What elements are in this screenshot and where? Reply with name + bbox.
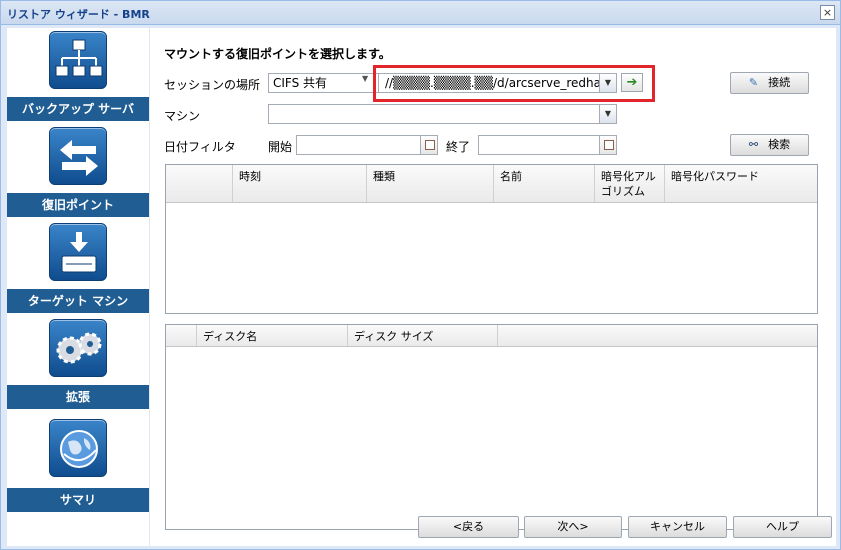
gears-icon xyxy=(49,319,107,377)
connect-icon: ✎ xyxy=(748,76,759,89)
machine-select[interactable]: ▼ xyxy=(268,104,617,124)
column-header-select[interactable] xyxy=(166,165,233,202)
back-button[interactable]: <戻る xyxy=(418,516,519,538)
search-button-label: 検索 xyxy=(768,138,791,151)
highlight-box xyxy=(373,65,655,102)
nav-item-summary[interactable]: サマリ xyxy=(7,412,149,512)
calendar-icon[interactable] xyxy=(599,136,616,154)
recovery-points-table[interactable]: 時刻 種類 名前 暗号化アル ゴリズム 暗号化パスワード xyxy=(165,164,818,314)
column-header-type[interactable]: 種類 xyxy=(367,165,494,202)
nav-label-backup-server: バックアップ サーバ xyxy=(7,97,149,121)
connect-button-label: 接続 xyxy=(768,76,791,89)
column-header-disk-size[interactable]: ディスク サイズ xyxy=(348,325,498,346)
nav-label-recovery-point: 復旧ポイント xyxy=(7,193,149,217)
disk-table-header: ディスク名 ディスク サイズ xyxy=(166,325,817,347)
search-button[interactable]: ⚯ 検索 xyxy=(730,134,809,156)
calendar-icon[interactable] xyxy=(420,136,437,154)
column-header-empty xyxy=(498,325,817,346)
help-button[interactable]: ヘルプ xyxy=(733,516,832,538)
column-header-disk-name[interactable]: ディスク名 xyxy=(197,325,348,346)
wizard-sidebar: バックアップ サーバ 復旧ポイント ターゲット マシン 拡張 サマリ xyxy=(7,28,149,546)
start-date-input[interactable] xyxy=(296,135,438,155)
column-header-select[interactable] xyxy=(166,325,197,346)
globe-icon xyxy=(49,419,107,477)
nav-label-advanced: 拡張 xyxy=(7,385,149,409)
restore-wizard-window: リストア ウィザード - BMR × バックアップ サーバ 復旧ポイント ターゲ… xyxy=(0,0,841,550)
page-heading: マウントする復旧ポイントを選択します。 xyxy=(164,47,391,61)
close-icon[interactable]: × xyxy=(820,5,835,20)
recovery-points-header: 時刻 種類 名前 暗号化アル ゴリズム 暗号化パスワード xyxy=(166,165,817,203)
disk-table[interactable]: ディスク名 ディスク サイズ xyxy=(165,324,818,530)
window-title: リストア ウィザード - BMR xyxy=(7,8,150,21)
connect-button[interactable]: ✎ 接続 xyxy=(730,72,809,94)
end-label: 終了 xyxy=(446,140,471,154)
binoculars-icon: ⚯ xyxy=(748,138,759,151)
exchange-arrows-icon xyxy=(49,127,107,185)
download-drive-icon xyxy=(49,223,107,281)
end-date-input[interactable] xyxy=(478,135,617,155)
nav-label-target-machine: ターゲット マシン xyxy=(7,289,149,313)
nav-label-summary: サマリ xyxy=(7,488,149,512)
machine-dropdown-icon[interactable]: ▼ xyxy=(599,105,616,123)
column-header-encryption-password[interactable]: 暗号化パスワード xyxy=(665,165,817,202)
machine-label: マシン xyxy=(164,109,201,123)
server-network-icon xyxy=(49,31,107,89)
column-header-encryption-algorithm[interactable]: 暗号化アル ゴリズム xyxy=(595,165,665,202)
start-label: 開始 xyxy=(268,140,293,154)
nav-item-backup-server[interactable]: バックアップ サーバ xyxy=(7,28,149,125)
next-button[interactable]: 次へ> xyxy=(524,516,622,538)
column-header-time[interactable]: 時刻 xyxy=(233,165,367,202)
date-filter-label: 日付フィルタ xyxy=(164,140,236,154)
nav-item-advanced[interactable]: 拡張 xyxy=(7,316,149,413)
nav-item-target-machine[interactable]: ターゲット マシン xyxy=(7,220,149,317)
nav-item-recovery-point[interactable]: 復旧ポイント xyxy=(7,124,149,221)
session-type-value: CIFS 共有 xyxy=(273,76,328,90)
cancel-button[interactable]: キャンセル xyxy=(628,516,727,538)
column-header-name[interactable]: 名前 xyxy=(494,165,595,202)
title-bar: リストア ウィザード - BMR × xyxy=(1,1,840,25)
session-type-dropdown-icon[interactable]: ▼ xyxy=(362,74,368,83)
main-panel: マウントする復旧ポイントを選択します。 セッションの場所 CIFS 共有 ▼ /… xyxy=(150,28,836,546)
session-location-label: セッションの場所 xyxy=(164,78,261,92)
